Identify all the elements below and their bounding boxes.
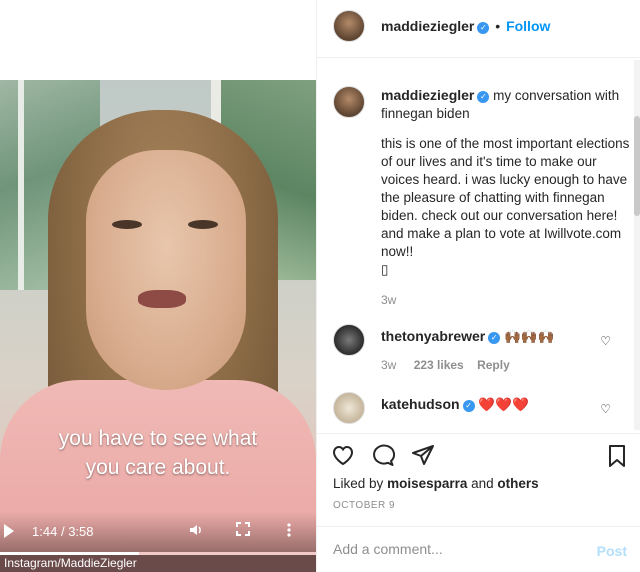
share-icon[interactable]: [411, 444, 435, 470]
post-caption: maddieziegler ✓ my conversation with finn…: [381, 86, 631, 321]
comment-bubble-icon[interactable]: [371, 444, 396, 470]
verified-badge-icon: ✓: [477, 91, 490, 103]
post-age: 3w: [381, 293, 397, 307]
likes-prefix: Liked by: [333, 476, 384, 491]
add-comment-input[interactable]: [333, 541, 563, 557]
avatar[interactable]: [333, 324, 365, 356]
comment-age: 3w: [381, 358, 397, 372]
video-controls: 1:44 / 3:58: [0, 512, 316, 552]
post-comments: maddieziegler ✓ my conversation with finn…: [317, 58, 640, 433]
comment-text: ❤️❤️❤️: [478, 397, 529, 412]
volume-icon[interactable]: [188, 522, 204, 543]
comment-username[interactable]: thetonyabrewer: [381, 328, 485, 344]
duration: 3:58: [68, 524, 94, 539]
reply-button[interactable]: Reply: [477, 358, 510, 372]
verified-badge-icon: ✓: [477, 22, 490, 34]
photo-credit: Instagram/MaddieZiegler: [0, 555, 316, 572]
more-vertical-icon[interactable]: [286, 522, 292, 543]
video-panel[interactable]: you have to see what you care about. 1:4…: [0, 0, 316, 572]
likes-and: and: [471, 476, 494, 491]
verified-badge-icon: ✓: [488, 332, 501, 344]
subject-mouth: [138, 290, 186, 308]
add-comment-bar: Post: [317, 526, 640, 572]
post-actions: [317, 433, 640, 473]
post-header: maddieziegler ✓ • Follow: [317, 0, 640, 58]
post-panel: maddieziegler ✓ • Follow maddieziegler ✓ m…: [316, 0, 640, 572]
time-separator: /: [60, 524, 65, 539]
verified-badge-icon: ✓: [462, 400, 475, 412]
caption-line: you have to see what: [58, 427, 258, 450]
likes-summary: Liked by moisesparra and others: [333, 476, 539, 491]
header-username[interactable]: maddieziegler: [381, 18, 474, 34]
like-heart-icon[interactable]: [331, 444, 355, 470]
comments-scrollbar[interactable]: [634, 60, 640, 430]
play-icon[interactable]: [4, 524, 14, 538]
separator-dot: •: [495, 18, 501, 34]
caption-username[interactable]: maddieziegler: [381, 87, 474, 103]
liked-by-others[interactable]: others: [497, 476, 538, 491]
heart-outline-icon[interactable]: ♡: [600, 334, 611, 348]
bookmark-icon[interactable]: [607, 444, 627, 472]
current-time: 1:44: [32, 524, 58, 539]
subject-eye: [188, 220, 218, 229]
subject-eye: [112, 220, 142, 229]
avatar[interactable]: [333, 10, 365, 42]
avatar[interactable]: [333, 86, 365, 118]
comment-text: 🙌🏾🙌🏾🙌🏾: [504, 329, 555, 344]
heart-outline-icon[interactable]: ♡: [600, 402, 611, 416]
post-comment-button[interactable]: Post: [597, 543, 627, 559]
subject-face: [86, 150, 246, 390]
follow-button[interactable]: Follow: [506, 18, 550, 34]
video-time: 1:44 / 3:58: [32, 524, 94, 539]
video-frame[interactable]: [0, 80, 316, 572]
comment-likes[interactable]: 223 likes: [414, 358, 464, 372]
fullscreen-icon[interactable]: [236, 522, 250, 541]
scrollbar-thumb[interactable]: [634, 116, 640, 216]
video-caption: you have to see what you care about.: [0, 424, 316, 482]
avatar[interactable]: [333, 392, 365, 424]
caption-line: you care about.: [85, 456, 231, 479]
post-date: OCTOBER 9: [333, 500, 396, 511]
comment-username[interactable]: katehudson: [381, 396, 460, 412]
caption-body: this is one of the most important electi…: [381, 136, 630, 259]
liked-by-user[interactable]: moisesparra: [387, 476, 467, 491]
caption-glyph: ▯: [381, 262, 389, 277]
